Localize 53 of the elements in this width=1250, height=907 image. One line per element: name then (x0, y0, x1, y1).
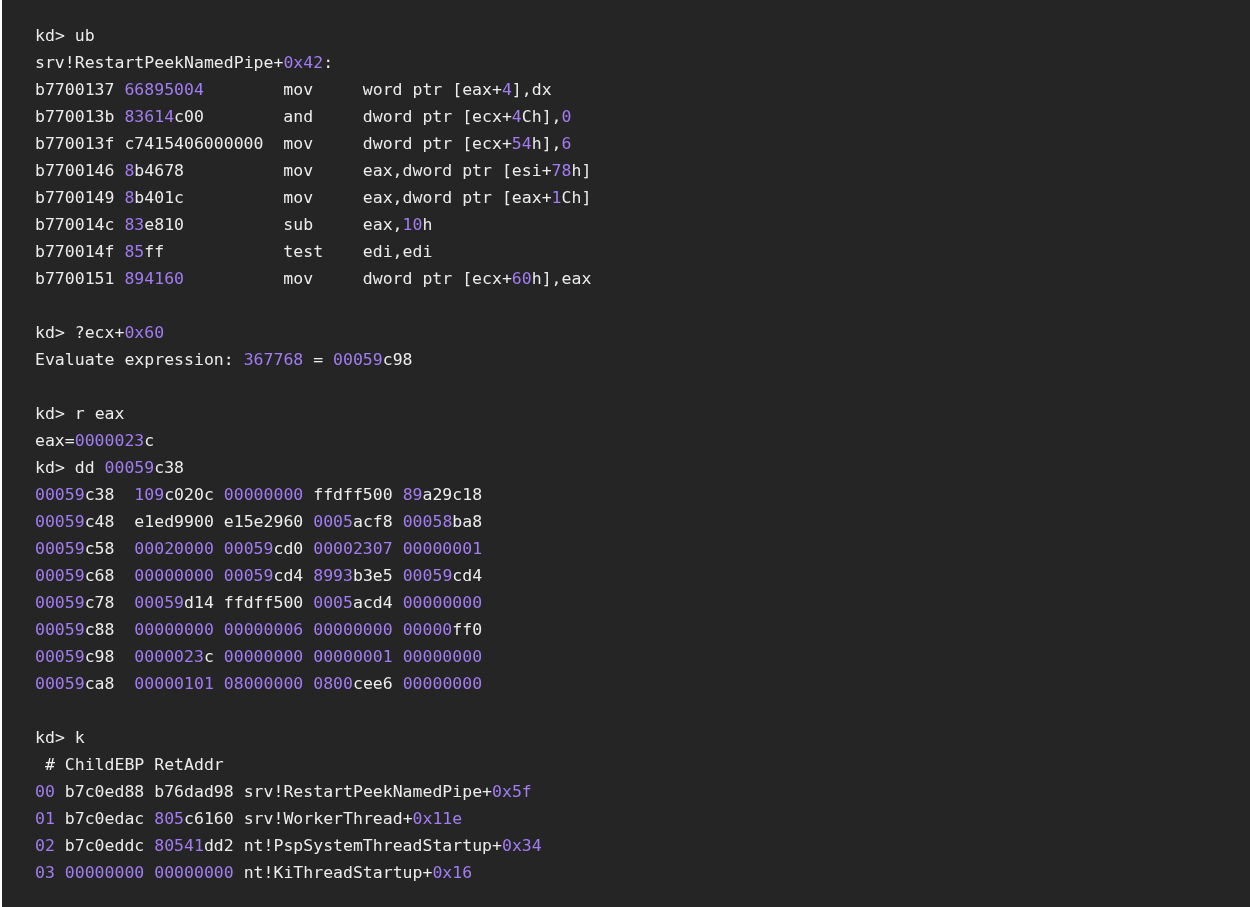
operands-text: word ptr [eax+4],dx (362, 79, 552, 101)
code-line: kd> ?ecx+0x60 (35, 322, 165, 344)
code-line: srv!RestartPeekNamedPipe+0x42: (35, 52, 334, 74)
code-line: 02 b7c0eddc 80541dd2 nt!PspSystemThreadStartup+0x34 (35, 835, 542, 857)
code-line: kd> dd 00059c38 (35, 457, 185, 479)
operands-text: eax,10h (362, 214, 433, 236)
opcode-bytes: 66895004 (124, 79, 204, 101)
code-line: eax=0000023c (35, 430, 155, 452)
operands-text: eax,dword ptr [esi+78h] (362, 160, 592, 182)
code-line: 00059c38 109c020c 00000000 ffdff500 89a29c18 (35, 484, 483, 506)
operands-text: dword ptr [ecx+4Ch],0 (362, 106, 572, 128)
code-line: 00059c58 00020000 00059cd0 00002307 00000001 (35, 538, 483, 560)
opcode-bytes: 8b4678 (124, 160, 184, 182)
opcode-bytes: 894160 (124, 268, 184, 290)
operands-text: edi,edi (362, 241, 433, 263)
opcode-bytes: 85ff (124, 241, 165, 263)
opcode-bytes: 83614c00 (124, 106, 204, 128)
address-text: b7700151 (35, 268, 115, 290)
mnemonic-text: mov (283, 79, 314, 101)
code-line: 00 b7c0ed88 b76dad98 srv!RestartPeekNamedPipe+0x5f (35, 781, 532, 803)
address-text: b7700149 (35, 187, 115, 209)
mnemonic-text: test (283, 241, 324, 263)
code-line: # ChildEBP RetAddr (43, 754, 224, 776)
code-line: 01 b7c0edac 805c6160 srv!WorkerThread+0x11e (35, 808, 463, 830)
mnemonic-text: mov (283, 268, 314, 290)
mnemonic-text: sub (283, 214, 314, 236)
code-line: Evaluate expression: 367768 = 00059c98 (35, 349, 413, 371)
address-text: b770013b (35, 106, 115, 128)
code-line: 00059c48 e1ed9900 e15e2960 0005acf8 00058ba8 (35, 511, 483, 533)
code-line: 00059c98 0000023c 00000000 00000001 00000000 (35, 646, 483, 668)
mnemonic-text: mov (283, 187, 314, 209)
operands-text: dword ptr [ecx+60h],eax (362, 268, 592, 290)
code-line: kd> ub (35, 25, 95, 47)
code-line: kd> k (35, 727, 85, 749)
code-line: kd> r eax (35, 403, 125, 425)
operands-text: dword ptr [ecx+54h],6 (362, 133, 572, 155)
address-text: b770014c (35, 214, 115, 236)
opcode-bytes: c7415406000000 (124, 133, 264, 155)
opcode-bytes: 8b401c (124, 187, 184, 209)
code-line: 00059c78 00059d14 ffdff500 0005acd4 00000000 (35, 592, 483, 614)
code-line: 00059c68 00000000 00059cd4 8993b3e5 00059cd4 (35, 565, 483, 587)
address-text: b770014f (35, 241, 115, 263)
code-line: 00059ca8 00000101 08000000 0800cee6 00000000 (35, 673, 483, 695)
mnemonic-text: mov (283, 160, 314, 182)
mnemonic-text: and (283, 106, 314, 128)
address-text: b7700146 (35, 160, 115, 182)
operands-text: eax,dword ptr [eax+1Ch] (362, 187, 592, 209)
code-line: 00059c88 00000000 00000006 00000000 00000ff0 (35, 619, 483, 641)
address-text: b7700137 (35, 79, 115, 101)
opcode-bytes: 83e810 (124, 214, 184, 236)
mnemonic-text: mov (283, 133, 314, 155)
address-text: b770013f (35, 133, 115, 155)
code-line: 03 00000000 00000000 nt!KiThreadStartup+0x16 (35, 862, 473, 884)
